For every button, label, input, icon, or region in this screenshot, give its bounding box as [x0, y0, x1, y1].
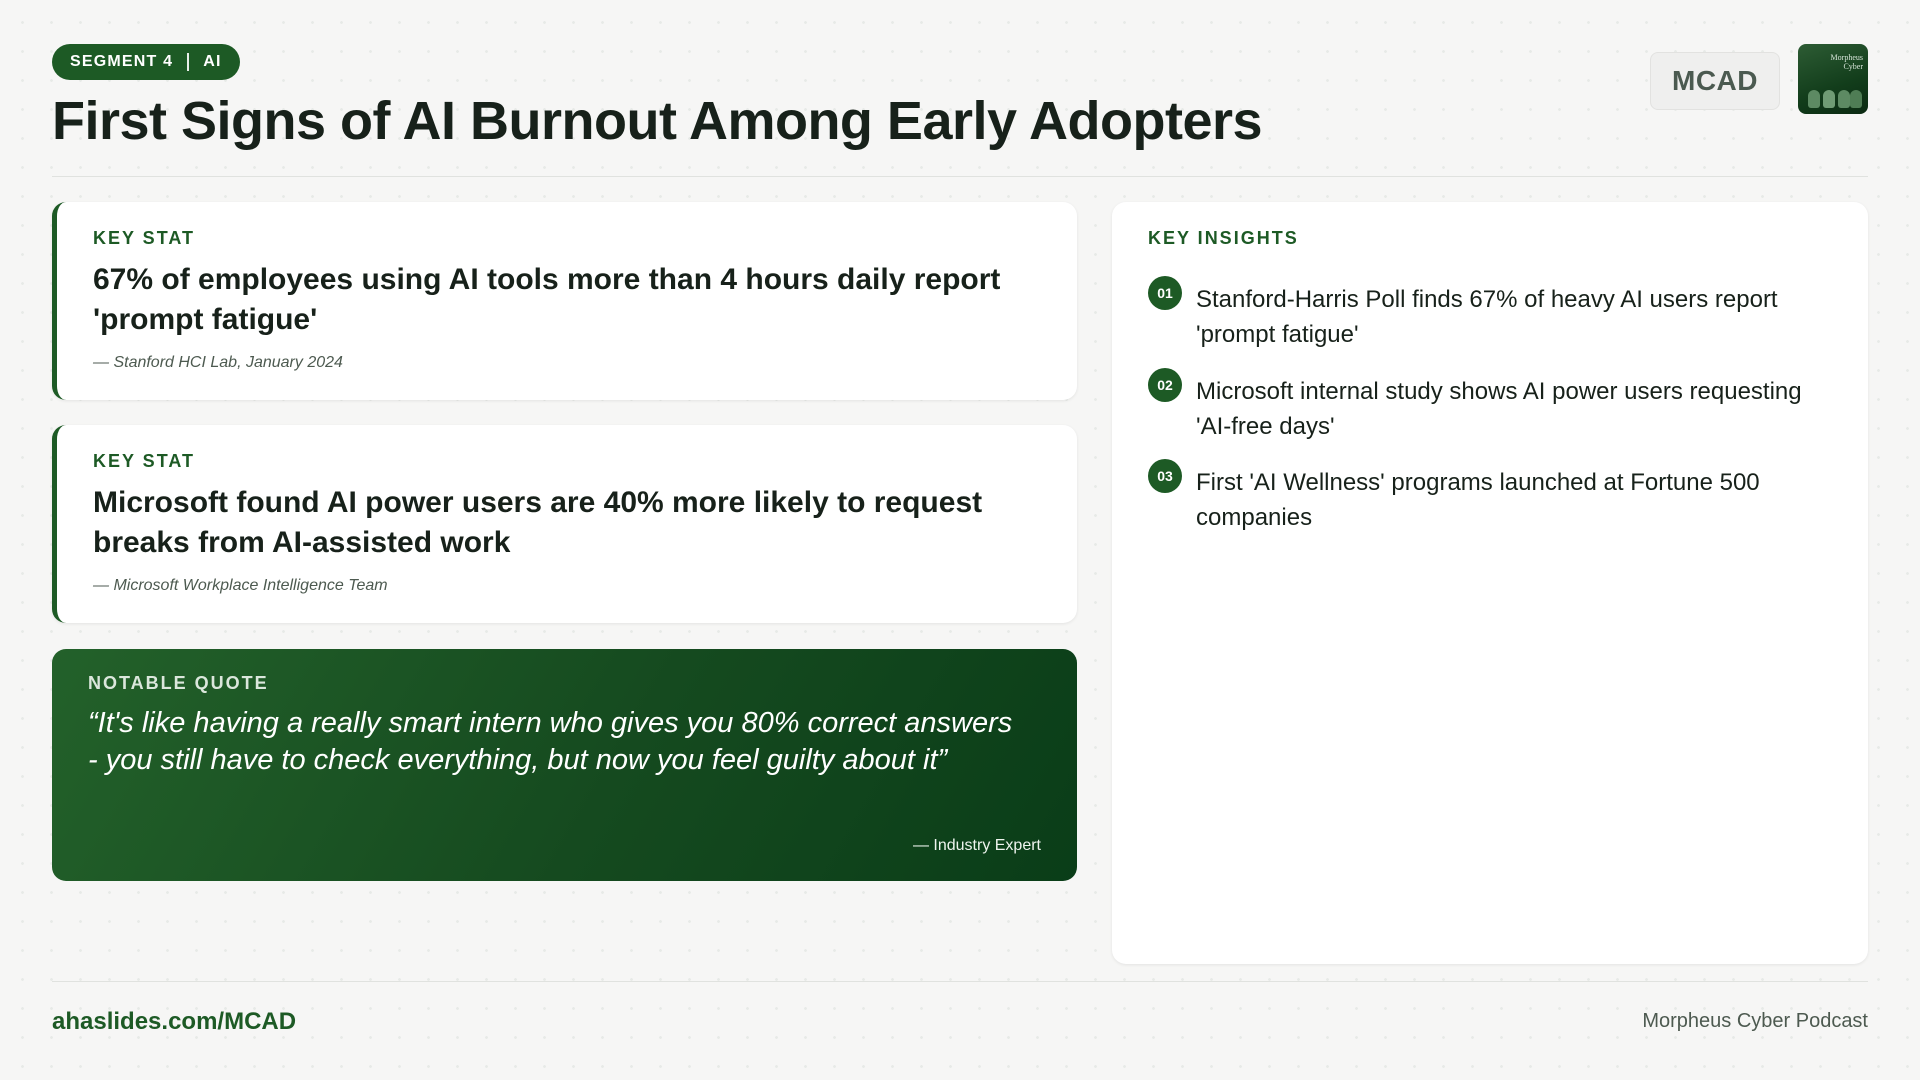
logo-figure	[1838, 90, 1850, 108]
podcast-logo: Morpheus Cyber	[1798, 44, 1868, 114]
quote-text: “It's like having a really smart intern …	[88, 707, 1013, 776]
key-insights-panel: KEY INSIGHTS 01 Stanford-Harris Poll fin…	[1112, 202, 1868, 964]
segment-separator	[187, 53, 190, 71]
segment-topic: AI	[203, 53, 222, 70]
segment-badge: SEGMENT 4 AI	[52, 44, 240, 80]
key-stat-card: KEY STAT Microsoft found AI power users …	[52, 425, 1077, 623]
insight-number-badge: 02	[1148, 368, 1182, 402]
footer-divider	[52, 981, 1868, 982]
segment-label: SEGMENT 4	[70, 53, 174, 70]
footer-brand: Morpheus Cyber Podcast	[1642, 1010, 1868, 1032]
page-title: First Signs of AI Burnout Among Early Ad…	[52, 91, 1263, 151]
stat-source: — Stanford HCI Lab, January 2024	[93, 354, 343, 371]
slide-header: SEGMENT 4 AI First Signs of AI Burnout A…	[52, 44, 1868, 174]
stat-text: 67% of employees using AI tools more tha…	[93, 263, 1001, 336]
stat-text: Microsoft found AI power users are 40% m…	[93, 486, 983, 559]
insight-number-badge: 03	[1148, 459, 1182, 493]
card-kicker: KEY STAT	[93, 228, 196, 248]
insight-text: Stanford-Harris Poll finds 67% of heavy …	[1196, 286, 1778, 348]
logo-figure	[1823, 90, 1835, 108]
logo-figure	[1850, 90, 1862, 108]
header-divider	[52, 176, 1868, 177]
insights-kicker: KEY INSIGHTS	[1148, 228, 1299, 248]
insight-number-badge: 01	[1148, 276, 1182, 310]
notable-quote-card: NOTABLE QUOTE “It's like having a really…	[52, 649, 1077, 881]
quote-kicker: NOTABLE QUOTE	[88, 673, 269, 693]
insight-text: Microsoft internal study shows AI power …	[1196, 378, 1802, 440]
card-kicker: KEY STAT	[93, 451, 196, 471]
key-stat-card: KEY STAT 67% of employees using AI tools…	[52, 202, 1077, 400]
quote-author: — Industry Expert	[912, 837, 1041, 854]
logo-figure	[1808, 90, 1820, 108]
stat-source: — Microsoft Workplace Intelligence Team	[93, 577, 388, 594]
brand-chip: MCAD	[1650, 52, 1780, 110]
logo-text: Morpheus Cyber	[1830, 53, 1863, 71]
footer-link[interactable]: ahaslides.com/MCAD	[52, 1008, 296, 1036]
insight-text: First 'AI Wellness' programs launched at…	[1196, 469, 1760, 531]
